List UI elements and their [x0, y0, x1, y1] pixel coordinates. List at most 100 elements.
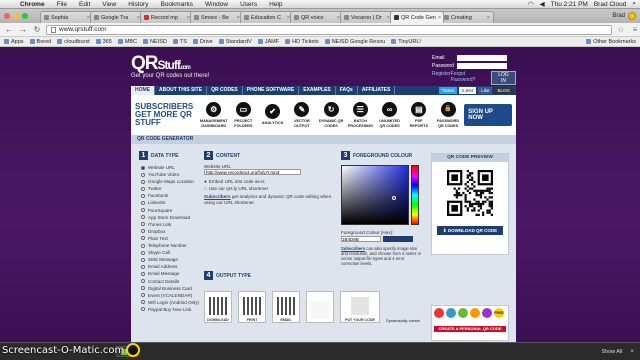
- signup-button[interactable]: SIGN UP NOW: [464, 104, 512, 126]
- feature-analytics[interactable]: ✔ ANALYTICS: [259, 104, 285, 126]
- volume-icon[interactable]: ◀: [540, 0, 545, 8]
- data-type-option[interactable]: Email Message: [141, 270, 199, 277]
- bookmark-item[interactable]: TS: [172, 39, 187, 45]
- url-input[interactable]: [204, 169, 301, 175]
- bookmark-item[interactable]: MBC: [117, 39, 137, 45]
- data-type-option[interactable]: Paypal Buy Now Link: [141, 306, 199, 313]
- register-link[interactable]: Register: [432, 71, 451, 85]
- email-field[interactable]: [457, 55, 507, 61]
- bookmark-item[interactable]: TinyURL!: [391, 39, 421, 45]
- data-type-option[interactable]: Email Address: [141, 263, 199, 270]
- bookmark-apps[interactable]: Apps: [4, 39, 24, 45]
- option-embed[interactable]: ● Embed URL into code as-is: [204, 179, 334, 184]
- download-qr-button[interactable]: ⬇ DOWNLOAD QR CODE: [437, 226, 503, 235]
- output-print[interactable]: PRINT: [238, 291, 266, 323]
- menu-window[interactable]: Window: [199, 1, 234, 8]
- feature-pdf[interactable]: ▤ PDF REPORTS: [406, 102, 432, 128]
- menu-edit[interactable]: Edit: [73, 1, 96, 8]
- data-type-option[interactable]: Facebook: [141, 192, 199, 199]
- bookmark-item[interactable]: StandardV: [218, 39, 252, 45]
- data-type-option[interactable]: Plain Text: [141, 235, 199, 242]
- address-bar[interactable]: www.qrstuff.com: [46, 24, 612, 35]
- personal-qr-promo[interactable]: FREE CREATE A PERSONAL QR CODE: [431, 305, 509, 341]
- close-tab-icon[interactable]: ×: [438, 15, 441, 21]
- data-type-option[interactable]: Digital Business Card: [141, 285, 199, 292]
- bookmark-item[interactable]: Drive: [192, 39, 213, 45]
- data-type-option[interactable]: Skype Call: [141, 249, 199, 256]
- bookmark-item[interactable]: cloudburst: [57, 39, 90, 45]
- data-type-option[interactable]: App Store Download: [141, 214, 199, 221]
- data-type-option[interactable]: Google Maps Location: [141, 178, 199, 185]
- menu-users[interactable]: Users: [234, 1, 263, 8]
- data-type-option[interactable]: LinkedIn: [141, 199, 199, 206]
- login-button[interactable]: LOG IN: [491, 71, 516, 85]
- data-type-option[interactable]: Twitter: [141, 185, 199, 192]
- browser-tab[interactable]: Record mp ×: [140, 11, 194, 23]
- browser-tab[interactable]: QR voice ×: [290, 11, 344, 23]
- profile-button[interactable]: Brad: [612, 12, 636, 20]
- back-icon[interactable]: ←: [4, 25, 14, 35]
- search-icon[interactable]: ⌕: [632, 0, 636, 8]
- like-button[interactable]: Like: [478, 87, 493, 94]
- output-email[interactable]: EMAIL: [272, 291, 300, 323]
- browser-tab[interactable]: Smore - Be ×: [190, 11, 244, 23]
- color-picker[interactable]: [341, 165, 409, 225]
- bookmark-item[interactable]: NEISD: [143, 39, 167, 45]
- hex-input[interactable]: [341, 236, 381, 242]
- output-put-code[interactable]: PUT YOUR CODE: [340, 291, 380, 323]
- browser-tab[interactable]: Vocaroo | Or ×: [340, 11, 394, 23]
- menu-icon[interactable]: ≡: [630, 25, 640, 34]
- data-type-option[interactable]: Dropbox: [141, 228, 199, 235]
- star-icon[interactable]: ☆: [616, 25, 626, 34]
- reload-icon[interactable]: ↻: [32, 25, 42, 35]
- feature-dashboard[interactable]: ⚙ MANAGEMENT DASHBOARD: [200, 102, 228, 128]
- forgot-password-link[interactable]: Forgot Password?: [451, 71, 491, 85]
- nav-faqs[interactable]: FAQs: [336, 86, 358, 95]
- option-shortener[interactable]: ○ Use our qrs.ly URL shortener: [204, 186, 334, 191]
- close-tab-icon[interactable]: ×: [487, 15, 490, 21]
- feature-dynamic[interactable]: ↻ DYNAMIC QR CODES: [318, 102, 344, 128]
- bookmark-item[interactable]: 365: [95, 39, 112, 45]
- site-logo[interactable]: QRStuff.com Get your QR codes out there!: [131, 53, 209, 79]
- menu-history[interactable]: History: [122, 1, 154, 8]
- close-window-button[interactable]: [4, 13, 10, 19]
- data-type-option[interactable]: Telephone Number: [141, 242, 199, 249]
- menu-file[interactable]: File: [51, 1, 73, 8]
- feature-vector[interactable]: ✎ VECTOR OUTPUT: [289, 102, 315, 128]
- output-other[interactable]: [306, 291, 334, 323]
- browser-tab[interactable]: Education C ×: [240, 11, 294, 23]
- feature-folders[interactable]: ▭ PROJECT FOLDERS: [230, 102, 256, 128]
- bookmark-item[interactable]: Bored: [29, 39, 51, 45]
- password-field[interactable]: [457, 63, 507, 69]
- nav-about[interactable]: ABOUT THIS SITE: [155, 86, 208, 95]
- nav-qr-codes[interactable]: QR CODES: [207, 86, 243, 95]
- tweet-button[interactable]: Tweet: [438, 87, 457, 94]
- output-download[interactable]: DOWNLOAD: [204, 291, 232, 323]
- data-type-option[interactable]: Website URL: [141, 164, 199, 171]
- zoom-window-button[interactable]: [22, 13, 28, 19]
- feature-unlimited[interactable]: ∞ UNLIMITED QR CODES: [376, 102, 402, 128]
- data-type-option[interactable]: FourSquare: [141, 207, 199, 214]
- clock[interactable]: Thu 2:21 PM: [551, 1, 588, 8]
- menu-help[interactable]: Help: [263, 1, 288, 8]
- forward-icon[interactable]: →: [18, 25, 28, 35]
- data-type-option[interactable]: YouTube Video: [141, 171, 199, 178]
- browser-tab-active[interactable]: QR Code Gen ×: [390, 11, 444, 23]
- menu-bookmarks[interactable]: Bookmarks: [154, 1, 199, 8]
- browser-tab[interactable]: Creating ×: [440, 11, 494, 23]
- show-all-button[interactable]: Show All: [601, 349, 622, 355]
- wifi-icon[interactable]: ◠: [528, 0, 534, 8]
- menu-app-name[interactable]: Chrome: [14, 1, 51, 8]
- hue-slider[interactable]: [411, 165, 419, 225]
- blog-button[interactable]: BLOG: [494, 87, 513, 94]
- nav-phone-software[interactable]: PHONE SOFTWARE: [243, 86, 300, 95]
- minimize-window-button[interactable]: [13, 13, 19, 19]
- data-type-option[interactable]: SMS Message: [141, 256, 199, 263]
- bookmark-item[interactable]: HD Tickets: [285, 39, 319, 45]
- data-type-option[interactable]: Event (VCALENDAR): [141, 292, 199, 299]
- bookmark-item[interactable]: JAMF: [257, 39, 279, 45]
- browser-tab[interactable]: Sophia ×: [40, 11, 94, 23]
- data-type-option[interactable]: Contact Details: [141, 278, 199, 285]
- other-bookmarks[interactable]: Other Bookmarks: [586, 39, 640, 45]
- data-type-option[interactable]: iTunes Link: [141, 221, 199, 228]
